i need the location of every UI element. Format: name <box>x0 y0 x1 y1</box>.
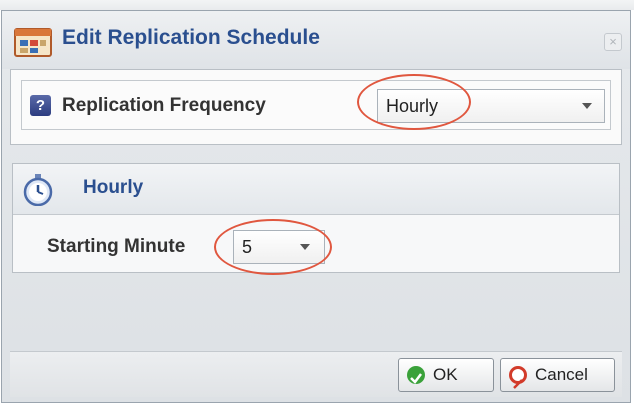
cancel-button-label: Cancel <box>535 365 588 384</box>
hourly-section-title: Hourly <box>83 177 144 198</box>
highlight-ring-frequency <box>357 74 471 130</box>
dialog-footer: OK Cancel <box>10 351 622 397</box>
dialog-title: Edit Replication Schedule <box>62 26 320 49</box>
stopwatch-icon <box>23 174 53 211</box>
cancel-icon <box>509 366 527 389</box>
frequency-row: ? Replication Frequency Hourly <box>21 80 611 130</box>
replication-frequency-label: Replication Frequency <box>62 95 266 116</box>
ok-button-label: OK <box>433 365 458 384</box>
schedule-calendar-icon <box>14 27 52 62</box>
highlight-ring-minute <box>214 219 332 275</box>
ok-button[interactable]: OK <box>398 358 494 392</box>
cancel-button[interactable]: Cancel <box>500 358 615 392</box>
checkmark-icon <box>407 366 425 384</box>
starting-minute-label: Starting Minute <box>47 236 186 257</box>
hourly-header: Hourly <box>13 164 619 215</box>
dialog-titlebar: Edit Replication Schedule × <box>2 11 630 69</box>
help-icon[interactable]: ? <box>30 95 51 116</box>
background-strip <box>0 0 634 10</box>
edit-replication-schedule-dialog: Edit Replication Schedule × ? Replicatio… <box>1 10 631 403</box>
close-button[interactable]: × <box>604 33 622 51</box>
chevron-down-icon <box>582 103 592 109</box>
frequency-panel: ? Replication Frequency Hourly <box>10 69 622 145</box>
